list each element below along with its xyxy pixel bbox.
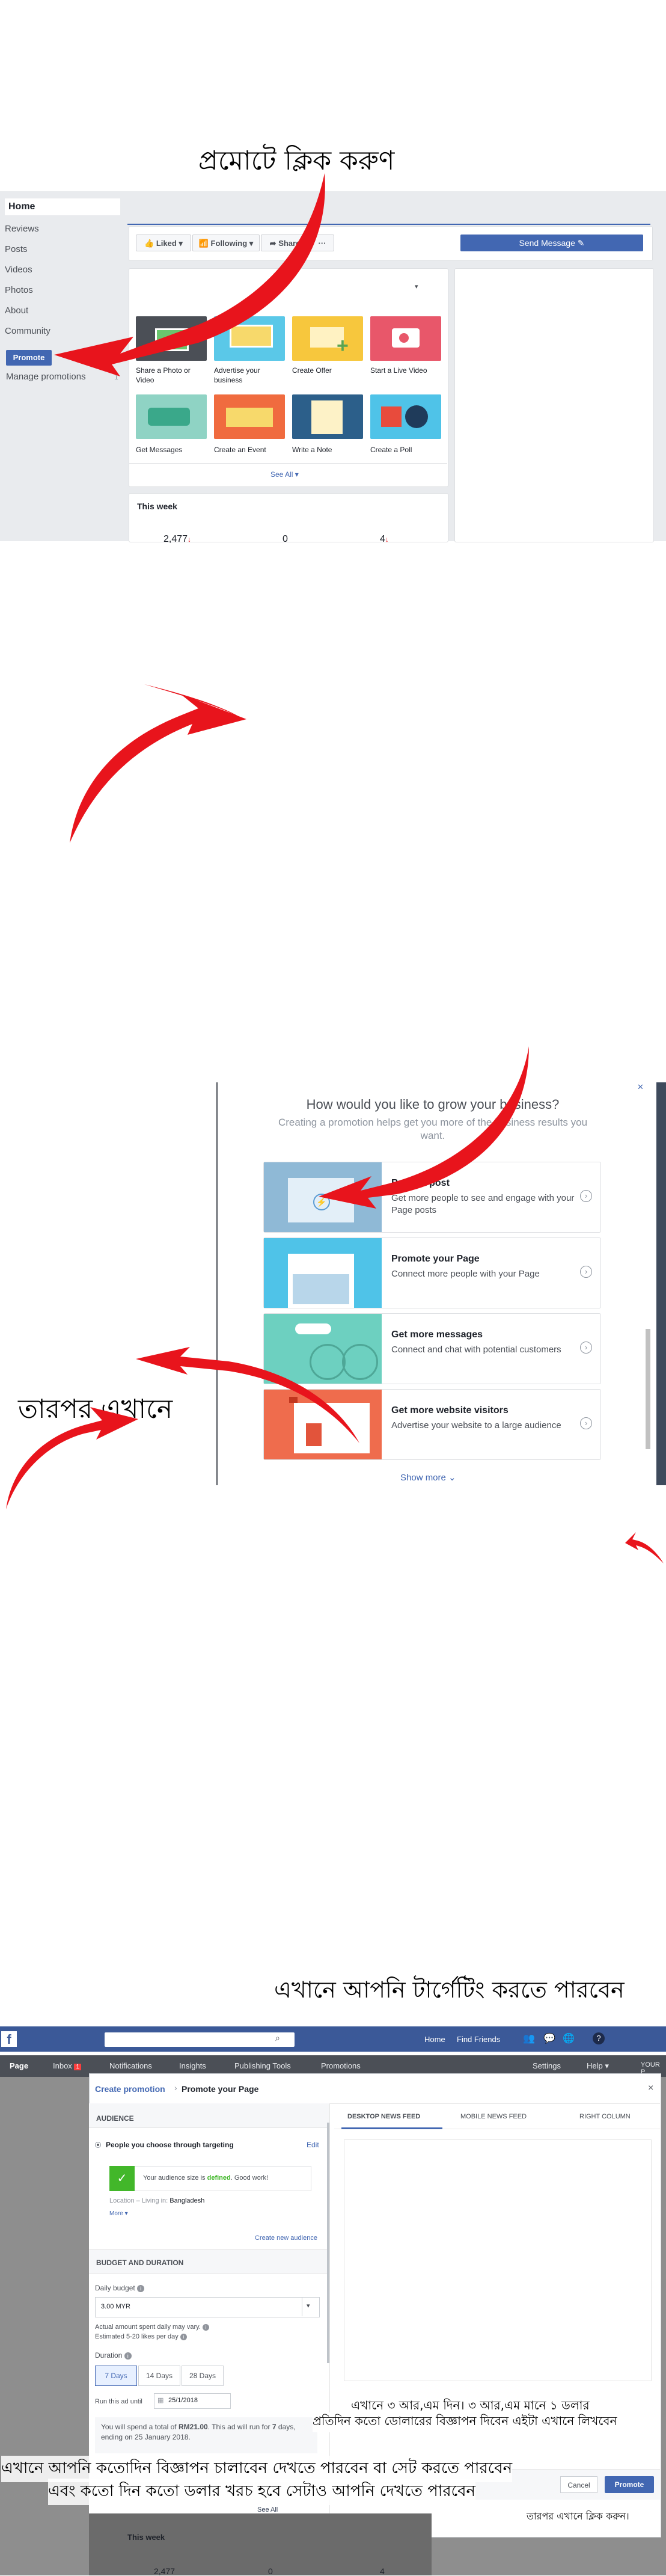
actual-spent-text: Actual amount spent daily may vary. bbox=[95, 2323, 201, 2331]
location-value: Bangladesh bbox=[170, 2197, 205, 2204]
arrow-to-promote-page bbox=[70, 694, 246, 843]
spend-part: . This ad will run for bbox=[207, 2423, 272, 2431]
location-line: Location – Living in: Bangladesh bbox=[109, 2197, 204, 2204]
info-icon: i bbox=[124, 2352, 132, 2360]
breadcrumb-separator: › bbox=[174, 2083, 177, 2093]
budget-heading: BUDGET AND DURATION bbox=[96, 2259, 184, 2267]
duration-label: Duration i bbox=[95, 2351, 132, 2360]
annotation-duration-2: এবং কতো দিন কতো ডলার খরচ হবে সেটাও আপনি … bbox=[48, 2479, 476, 2505]
tab-help[interactable]: Help ▾ bbox=[587, 2061, 609, 2071]
tab-inbox-label: Inbox bbox=[53, 2061, 72, 2070]
tab-settings[interactable]: Settings bbox=[533, 2061, 561, 2070]
arrow-to-budget bbox=[136, 1347, 359, 1443]
tab-help-label: Help bbox=[587, 2061, 603, 2070]
promote-submit-button[interactable]: Promote bbox=[605, 2476, 654, 2493]
arrow-to-promote bbox=[54, 173, 325, 376]
tab-mobile-news-feed[interactable]: MOBILE NEWS FEED bbox=[460, 2113, 527, 2120]
audience-choice: People you choose through targeting bbox=[106, 2141, 234, 2149]
breadcrumb-create-promotion[interactable]: Create promotion bbox=[95, 2084, 165, 2094]
spend-summary-text: You will spend a total of RM21.00. This … bbox=[101, 2422, 314, 2443]
spend-days: 7 bbox=[272, 2423, 276, 2431]
background-stat-1: 2,477 bbox=[154, 2566, 176, 2576]
edit-audience-link[interactable]: Edit bbox=[307, 2141, 319, 2149]
annotation-budget-2: প্রতিদিন কতো ডোলারের বিজ্ঞাপন দিবেন এইটা… bbox=[313, 2412, 617, 2432]
breadcrumb-promote-page: Promote your Page bbox=[182, 2084, 259, 2094]
messages-icon[interactable]: 💬 bbox=[543, 2032, 555, 2044]
close-icon[interactable]: × bbox=[648, 2083, 653, 2094]
audience-heading: AUDIENCE bbox=[96, 2114, 134, 2123]
end-date-value: 25/1/2018 bbox=[168, 2397, 198, 2404]
background-see-all: See All bbox=[257, 2506, 278, 2513]
info-icon: i bbox=[180, 2334, 187, 2340]
left-panel-scrollbar[interactable] bbox=[327, 2123, 329, 2363]
budget-value: 3.00 MYR bbox=[101, 2303, 130, 2310]
estimated-text: Estimated 5-20 likes per day bbox=[95, 2333, 179, 2340]
notifications-icon[interactable]: 🌐 bbox=[563, 2032, 575, 2044]
duration-28-days[interactable]: 28 Days bbox=[182, 2366, 224, 2386]
tab-page[interactable]: Page bbox=[10, 2061, 28, 2070]
info-icon: i bbox=[137, 2285, 145, 2292]
background-stat-2: 0 bbox=[268, 2566, 273, 2576]
create-audience-link[interactable]: Create new audience bbox=[255, 2234, 317, 2242]
search-icon[interactable]: ⌕ bbox=[275, 2033, 280, 2043]
cancel-button[interactable]: Cancel bbox=[560, 2476, 597, 2493]
audience-msg-part: Your audience size is bbox=[143, 2174, 207, 2182]
duration-text: Duration bbox=[95, 2351, 123, 2360]
nav-find-friends[interactable]: Find Friends bbox=[457, 2035, 500, 2044]
checkmark-icon: ✓ bbox=[109, 2166, 135, 2191]
active-tab-underline bbox=[341, 2127, 442, 2129]
more-label: More bbox=[109, 2210, 123, 2217]
annotation-targeting: এখানে আপনি টার্গেটিং করতে পারবেন bbox=[274, 1976, 625, 2003]
arrow-to-targeting bbox=[319, 1046, 529, 1209]
facebook-logo-icon[interactable]: f bbox=[1, 2031, 17, 2047]
tab-desktop-news-feed[interactable]: DESKTOP NEWS FEED bbox=[347, 2113, 420, 2120]
annotation-arrows bbox=[6, 173, 664, 1563]
tab-right-column[interactable]: RIGHT COLUMN bbox=[579, 2113, 631, 2120]
friends-icon[interactable]: 👥 bbox=[523, 2032, 535, 2044]
location-label: Location – Living in: bbox=[109, 2197, 168, 2204]
actual-spent-note: Actual amount spent daily may vary. i bbox=[95, 2323, 209, 2331]
daily-budget-text: Daily budget bbox=[95, 2284, 135, 2292]
tab-inbox[interactable]: Inbox 1 bbox=[53, 2061, 81, 2070]
arrow-to-duration bbox=[6, 1407, 138, 1509]
daily-budget-label: Daily budget i bbox=[95, 2284, 145, 2292]
background-this-week: This week bbox=[127, 2533, 165, 2542]
duration-7-days[interactable]: 7 Days bbox=[95, 2366, 137, 2386]
audience-defined: defined bbox=[207, 2174, 231, 2182]
info-icon: i bbox=[202, 2324, 209, 2331]
search-input[interactable] bbox=[105, 2032, 295, 2047]
chevron-down-icon[interactable]: ▾ bbox=[307, 2302, 310, 2310]
estimated-note: Estimated 5-20 likes per day i bbox=[95, 2333, 187, 2340]
tab-insights[interactable]: Insights bbox=[179, 2061, 206, 2070]
audience-msg-part: . Good work! bbox=[230, 2174, 269, 2182]
spend-part: You will spend a total of bbox=[101, 2423, 179, 2431]
spend-amount: RM21.00 bbox=[178, 2423, 208, 2431]
nav-home[interactable]: Home bbox=[424, 2035, 445, 2044]
audience-radio[interactable] bbox=[95, 2142, 101, 2148]
help-icon[interactable]: ? bbox=[593, 2032, 605, 2044]
tab-notifications[interactable]: Notifications bbox=[109, 2061, 152, 2070]
annotation-click-promote-2: তারপর এখানে ক্লিক করুন। bbox=[525, 2509, 631, 2525]
ad-preview-area bbox=[344, 2139, 652, 2381]
duration-14-days[interactable]: 14 Days bbox=[138, 2366, 180, 2386]
run-until-label: Run this ad until bbox=[95, 2398, 142, 2405]
background-stat-3: 4 bbox=[380, 2566, 385, 2576]
calendar-icon: ▦ bbox=[157, 2397, 164, 2404]
arrow-to-promote-submit bbox=[625, 1532, 664, 1563]
tab-publishing-tools[interactable]: Publishing Tools bbox=[234, 2061, 291, 2070]
tab-promotions[interactable]: Promotions bbox=[321, 2061, 361, 2070]
inbox-badge: 1 bbox=[74, 2064, 81, 2070]
more-link[interactable]: More ▾ bbox=[109, 2210, 128, 2217]
audience-status-text: Your audience size is defined. Good work… bbox=[143, 2174, 268, 2182]
